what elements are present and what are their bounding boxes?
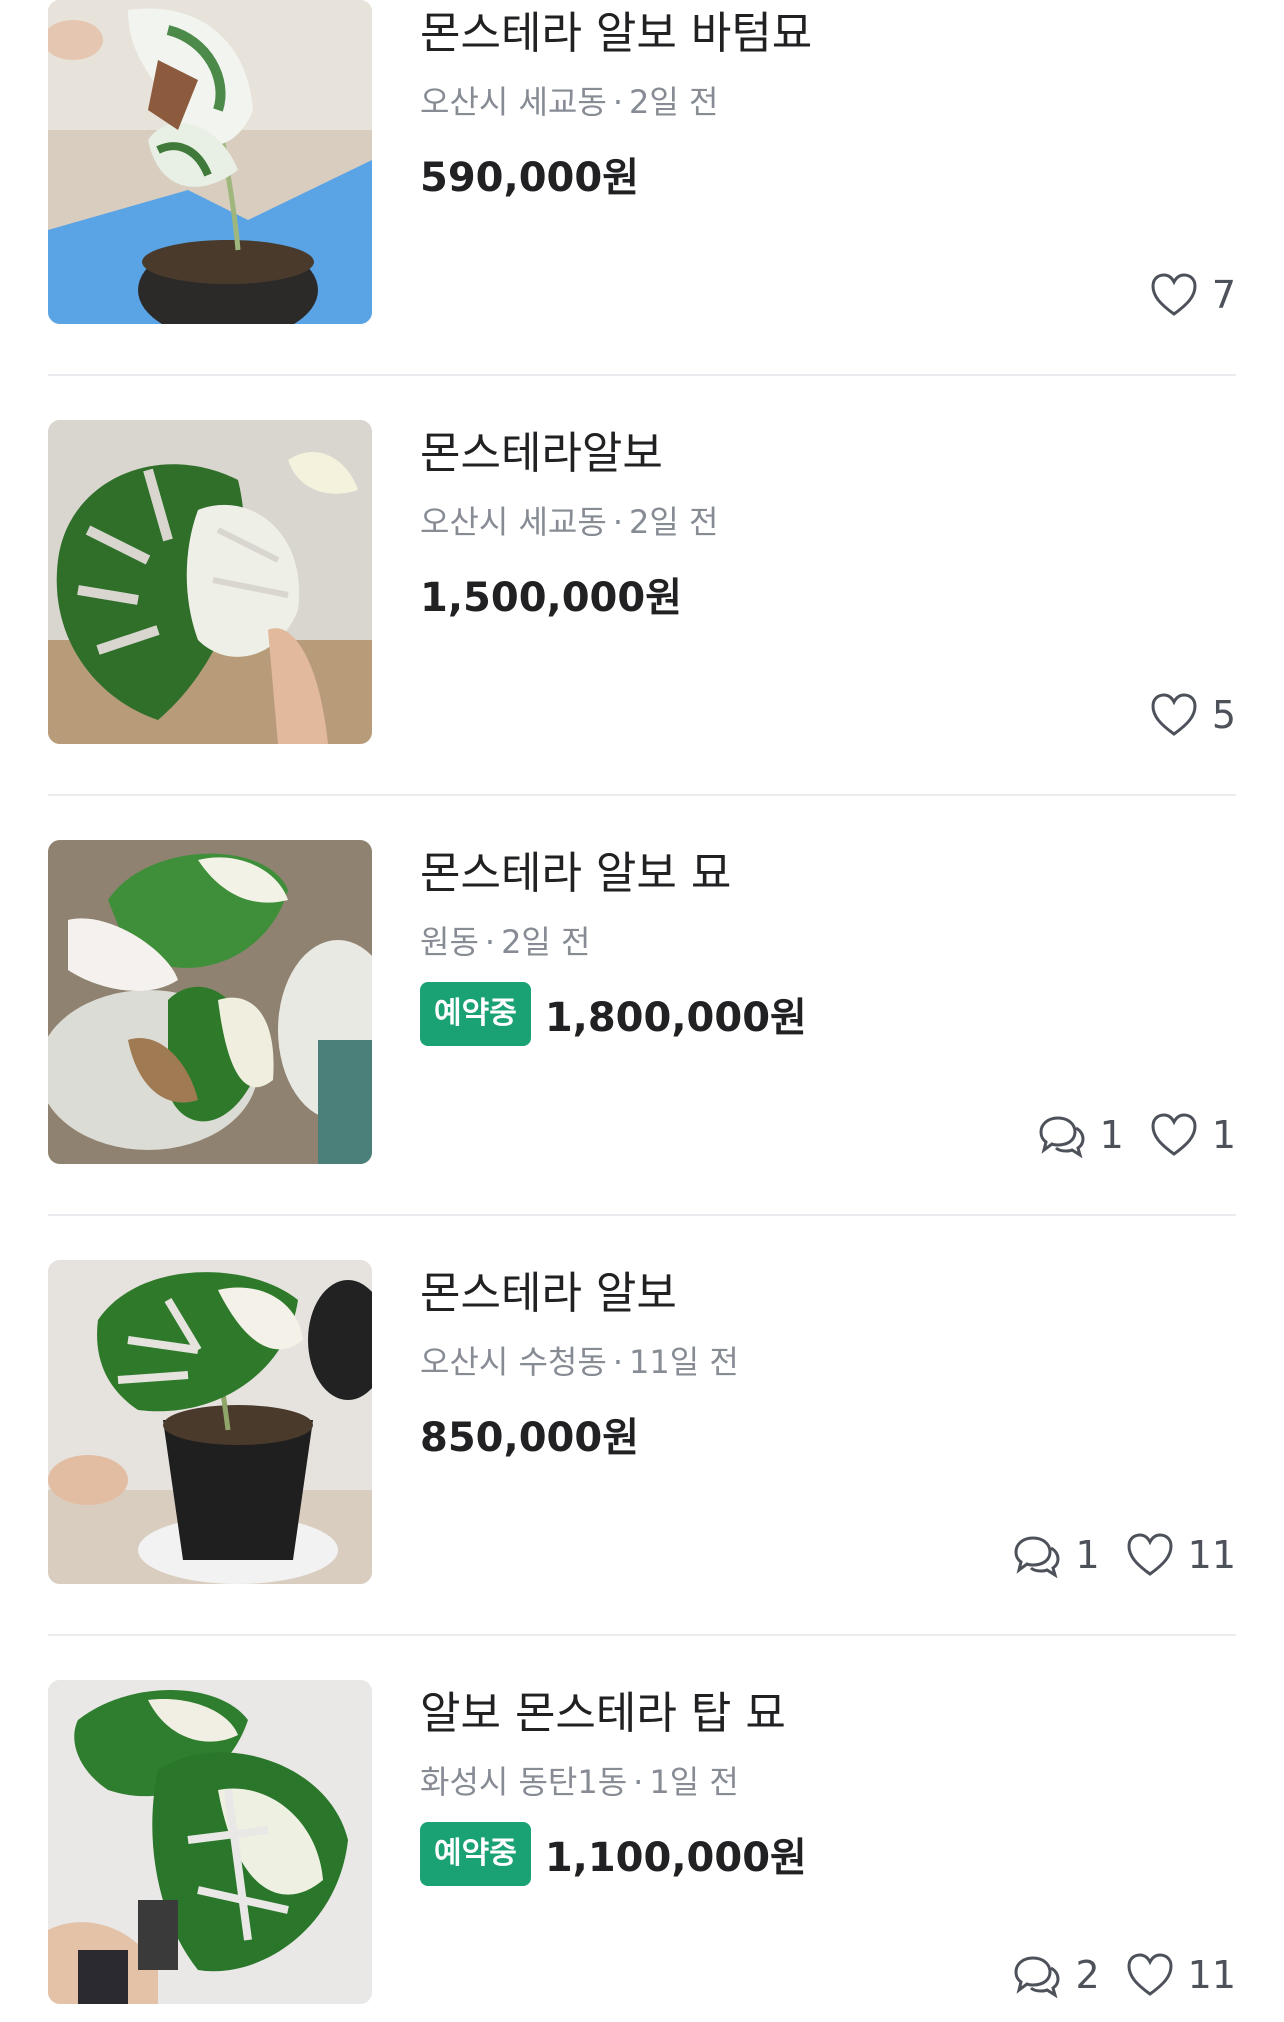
heart-icon [1151,693,1197,736]
reserved-badge: 예약중 [420,982,531,1046]
chat-count: 1 [1038,1112,1124,1158]
divider [48,794,1236,796]
listing-thumbnail[interactable] [48,1260,372,1584]
divider [48,1214,1236,1216]
like-count-value: 5 [1211,693,1236,737]
heart-icon [1151,1113,1197,1156]
listing-time: 11일 전 [628,1343,739,1381]
price-row: 590,000원 [420,142,639,206]
like-count-value: 1 [1211,1113,1236,1157]
chat-count-value: 1 [1099,1113,1124,1157]
like-count-value: 11 [1187,1953,1236,1997]
listing-price: 1,100,000원 [544,1835,807,1881]
listing-time: 1일 전 [649,1763,739,1801]
chat-count-value: 1 [1075,1533,1100,1577]
listing-title[interactable]: 몬스테라 알보 묘 [420,844,731,904]
listing-item[interactable]: 몬스테라 알보 묘 원동 · 2일 전 예약중 1,800,000원 1 1 [48,840,1236,1260]
listing-meta: 오산시 수청동 · 11일 전 [420,1340,739,1384]
listing-price: 850,000원 [420,1415,639,1461]
listing-thumbnail[interactable] [48,0,372,324]
listing-location: 화성시 동탄1동 [420,1763,628,1801]
heart-icon [1127,1533,1173,1576]
plant-photo [48,1680,372,2004]
listing-info: 몬스테라 알보 오산시 수청동 · 11일 전 850,000원 1 11 [420,1260,1236,1584]
like-count-value: 11 [1187,1533,1236,1577]
listing-price: 1,500,000원 [420,575,683,621]
chat-count-value: 2 [1075,1953,1100,1997]
listing-location: 오산시 세교동 [420,83,607,121]
meta-separator: · [484,923,496,961]
listing-info: 알보 몬스테라 탑 묘 화성시 동탄1동 · 1일 전 예약중 1,100,000원… [420,1680,1236,2004]
plant-photo [48,840,372,1164]
listing-feed: 몬스테라 알보 바텀묘 오산시 세교동 · 2일 전 590,000원 7 몬스… [0,0,1284,2022]
divider [48,374,1236,376]
listing-title[interactable]: 몬스테라 알보 [420,1264,677,1324]
chat-bubbles-icon [1014,1536,1060,1578]
chat-bubbles-icon [1014,1956,1060,1998]
listing-meta: 오산시 세교동 · 2일 전 [420,80,718,124]
like-count: 11 [1126,1952,1236,1998]
price-row: 850,000원 [420,1402,639,1466]
listing-stats: 1 1 [1022,1110,1236,1160]
chat-count: 2 [1013,1952,1100,1998]
listing-time: 2일 전 [501,923,591,961]
listing-item[interactable]: 몬스테라 알보 바텀묘 오산시 세교동 · 2일 전 590,000원 7 [48,0,1236,420]
plant-photo [48,0,372,324]
listing-stats: 1 11 [997,1530,1236,1580]
listing-title[interactable]: 알보 몬스테라 탑 묘 [420,1684,786,1744]
listing-meta: 화성시 동탄1동 · 1일 전 [420,1760,739,1804]
price-row: 1,500,000원 [420,562,682,626]
listing-info: 몬스테라알보 오산시 세교동 · 2일 전 1,500,000원 5 [420,420,1236,744]
like-count-value: 7 [1211,273,1236,317]
divider [48,1634,1236,1636]
like-count: 11 [1126,1532,1236,1578]
like-count: 1 [1150,1112,1236,1158]
like-count: 5 [1150,692,1236,738]
listing-thumbnail[interactable] [48,1680,372,2004]
listing-price: 1,800,000원 [544,995,807,1041]
chat-bubbles-icon [1039,1116,1085,1158]
plant-photo [48,420,372,744]
heart-icon [1127,1953,1173,1996]
meta-separator: · [633,1763,644,1801]
listing-item[interactable]: 몬스테라알보 오산시 세교동 · 2일 전 1,500,000원 5 [48,420,1236,840]
like-count: 7 [1150,272,1236,318]
listing-stats: 7 [1134,270,1236,320]
listing-thumbnail[interactable] [48,840,372,1164]
price-row: 예약중 1,800,000원 [420,982,807,1046]
listing-time: 2일 전 [628,503,719,541]
listing-stats: 5 [1134,690,1236,740]
listing-location: 원동 [420,923,479,961]
listing-stats: 2 11 [997,1950,1236,2000]
listing-meta: 오산시 세교동 · 2일 전 [420,500,718,544]
listing-item[interactable]: 알보 몬스테라 탑 묘 화성시 동탄1동 · 1일 전 예약중 1,100,000원… [48,1680,1236,2022]
listing-title[interactable]: 몬스테라알보 [420,424,663,484]
heart-icon [1151,273,1197,316]
listing-info: 몬스테라 알보 바텀묘 오산시 세교동 · 2일 전 590,000원 7 [420,0,1236,324]
chat-count: 1 [1013,1532,1100,1578]
listing-thumbnail[interactable] [48,420,372,744]
listing-meta: 원동 · 2일 전 [420,920,590,964]
listing-info: 몬스테라 알보 묘 원동 · 2일 전 예약중 1,800,000원 1 1 [420,840,1236,1164]
listing-location: 오산시 세교동 [420,503,607,541]
price-row: 예약중 1,100,000원 [420,1822,807,1886]
meta-separator: · [612,503,623,541]
reserved-badge: 예약중 [420,1822,531,1886]
listing-time: 2일 전 [628,83,719,121]
listing-location: 오산시 수청동 [420,1343,607,1381]
listing-title[interactable]: 몬스테라 알보 바텀묘 [420,4,812,64]
listing-price: 590,000원 [420,155,639,201]
plant-photo [48,1260,372,1584]
listing-item[interactable]: 몬스테라 알보 오산시 수청동 · 11일 전 850,000원 1 11 [48,1260,1236,1680]
meta-separator: · [612,1343,623,1381]
meta-separator: · [612,83,623,121]
